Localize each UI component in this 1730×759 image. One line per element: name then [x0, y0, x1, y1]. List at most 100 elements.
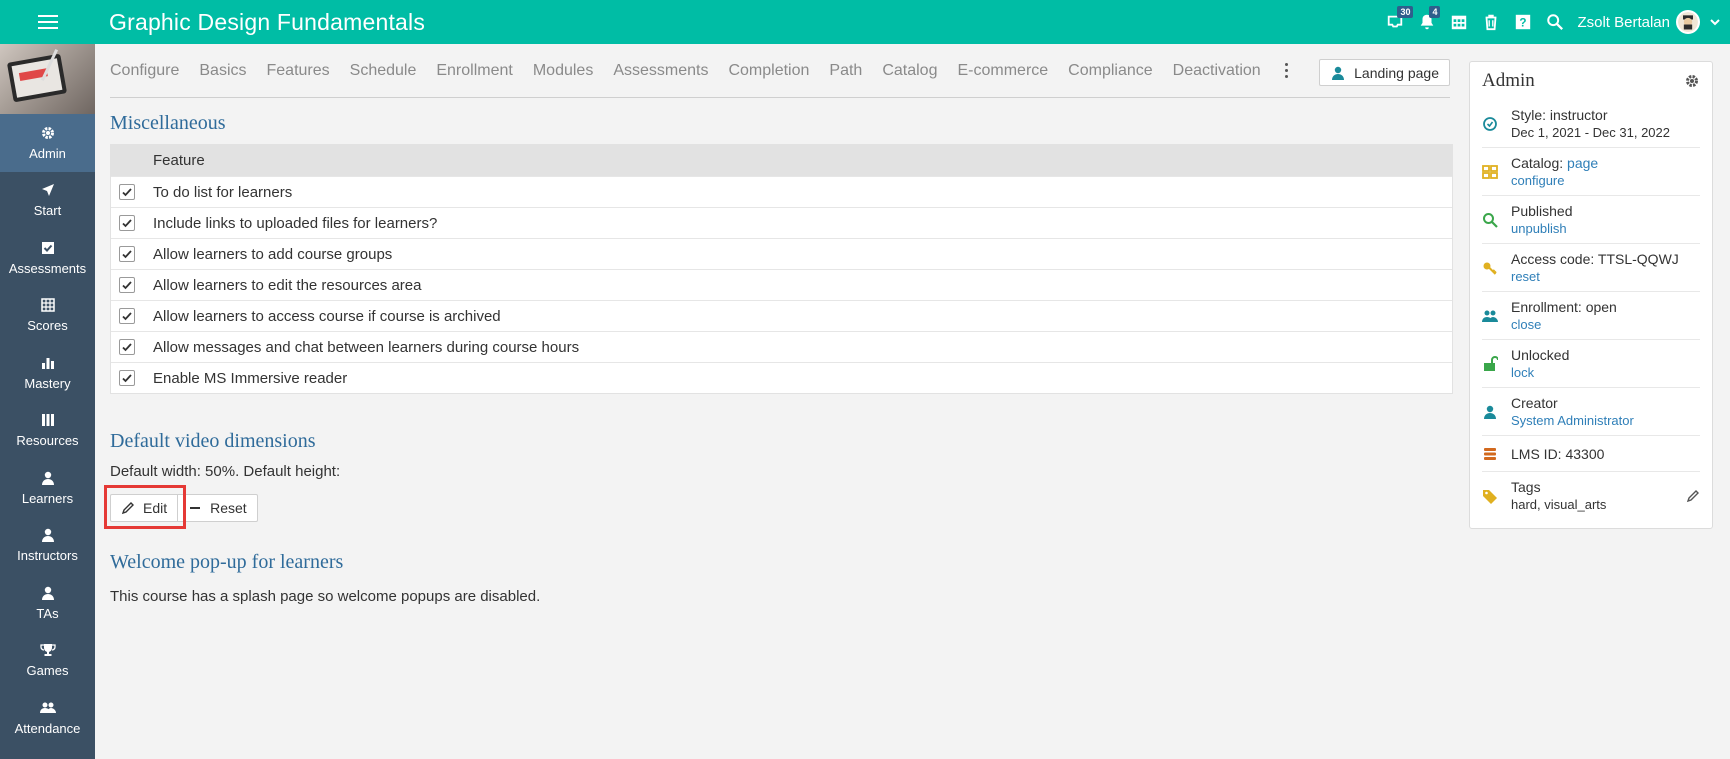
gear-icon[interactable] [1684, 73, 1700, 89]
tab-completion[interactable]: Completion [728, 62, 809, 80]
person-icon [41, 586, 54, 600]
feature-checkbox[interactable] [119, 370, 135, 386]
enrollment-close-link[interactable]: close [1511, 316, 1700, 334]
sidebar-item-attendance[interactable]: Attendance [0, 689, 95, 747]
feature-checkbox[interactable] [119, 246, 135, 262]
svg-text:?: ? [1520, 17, 1527, 30]
sidebar-item-instructors[interactable]: Instructors [0, 517, 95, 575]
video-button-group: Edit Reset [110, 493, 258, 522]
sidebar-item-label: Admin [29, 145, 66, 161]
tab-e-commerce[interactable]: E-commerce [957, 62, 1048, 80]
sidebar-item-tas[interactable]: TAs [0, 574, 95, 632]
table-row: To do list for learners [111, 176, 1452, 207]
creator-link[interactable]: System Administrator [1511, 412, 1700, 430]
feature-checkbox[interactable] [119, 308, 135, 324]
help-icon[interactable]: ? [1507, 0, 1539, 44]
reset-button[interactable]: Reset [178, 495, 257, 521]
person-icon [1484, 405, 1496, 419]
tab-schedule[interactable]: Schedule [350, 62, 417, 80]
clock-icon [1483, 116, 1497, 131]
tags-item: Tags hard, visual_arts [1482, 472, 1700, 520]
group-icon [39, 702, 56, 713]
table-row: Allow learners to add course groups [111, 238, 1452, 269]
more-tabs-icon[interactable] [1281, 63, 1293, 78]
feature-label: Allow learners to add course groups [153, 245, 393, 263]
feature-checkbox[interactable] [119, 339, 135, 355]
creator-item: Creator System Administrator [1482, 388, 1700, 436]
features-table: Feature To do list for learners Include … [110, 144, 1453, 394]
tab-path[interactable]: Path [829, 62, 862, 80]
tags-label: Tags [1511, 479, 1541, 495]
hamburger-icon[interactable] [0, 0, 95, 44]
sidebar-item-assessments[interactable]: Assessments [0, 229, 95, 287]
sidebar-item-label: Learners [21, 490, 74, 506]
published-item: Published unpublish [1482, 196, 1700, 244]
tab-assessments[interactable]: Assessments [613, 62, 708, 80]
tab-enrollment[interactable]: Enrollment [436, 62, 512, 80]
bell-icon[interactable]: 4 [1411, 0, 1443, 44]
sidebar-item-admin[interactable]: Admin [0, 114, 95, 172]
chevron-down-icon[interactable] [1700, 0, 1730, 44]
sidebar-item-scores[interactable]: Scores [0, 287, 95, 345]
search-icon[interactable] [1539, 0, 1571, 44]
landing-page-button[interactable]: Landing page [1319, 59, 1450, 86]
access-code-item: Access code: TTSL-QQWJ reset [1482, 244, 1700, 292]
feature-label: Allow learners to access course if cours… [153, 307, 501, 325]
creator-label: Creator [1511, 394, 1558, 411]
feature-label: Allow messages and chat between learners… [153, 338, 580, 356]
catalog-label: Catalog: [1511, 154, 1564, 171]
sidebar-item-learners[interactable]: Learners [0, 459, 95, 517]
tab-basics[interactable]: Basics [199, 62, 246, 80]
course-thumbnail[interactable] [0, 44, 95, 114]
tab-features[interactable]: Features [267, 62, 330, 80]
welcome-section-title: Welcome pop-up for learners [110, 551, 344, 573]
unlocked-item: Unlocked lock [1482, 340, 1700, 388]
bar-chart-icon [41, 357, 54, 369]
admin-panel: Admin Style: instructor Dec 1, 2021 - De… [1469, 61, 1713, 529]
feature-checkbox[interactable] [119, 215, 135, 231]
left-sidebar: Admin Start Assessments Scores Mastery R… [0, 44, 95, 759]
grid-icon [1482, 164, 1498, 179]
lms-id-label: LMS ID: 43300 [1511, 445, 1605, 462]
lock-link[interactable]: lock [1511, 364, 1700, 382]
tab-compliance[interactable]: Compliance [1068, 62, 1152, 80]
top-right-toolbar: 30 4 ? Zsolt Bertalan [1379, 0, 1730, 44]
notifications-badge: 4 [1429, 6, 1441, 18]
tab-catalog[interactable]: Catalog [882, 62, 937, 80]
trash-icon[interactable] [1475, 0, 1507, 44]
calendar-icon[interactable] [1443, 0, 1475, 44]
tab-deactivation[interactable]: Deactivation [1173, 62, 1261, 80]
key-icon [1483, 262, 1497, 275]
feature-checkbox[interactable] [119, 184, 135, 200]
tag-icon [1483, 490, 1497, 504]
pencil-icon[interactable] [1686, 489, 1700, 503]
table-row: Allow learners to edit the resources are… [111, 269, 1452, 300]
feature-checkbox[interactable] [119, 277, 135, 293]
feature-label: Include links to uploaded files for lear… [153, 214, 438, 232]
sidebar-item-mastery[interactable]: Mastery [0, 344, 95, 402]
sidebar-item-games[interactable]: Games [0, 632, 95, 690]
edit-button[interactable]: Edit [111, 494, 179, 521]
sidebar-item-resources[interactable]: Resources [0, 402, 95, 460]
landing-page-label: Landing page [1354, 64, 1439, 81]
database-icon [1484, 447, 1496, 460]
group-icon [1482, 310, 1498, 322]
unpublish-link[interactable]: unpublish [1511, 220, 1700, 238]
inbox-icon[interactable]: 30 [1379, 0, 1414, 44]
catalog-item: Catalog: page configure [1482, 148, 1700, 196]
course-title[interactable]: Graphic Design Fundamentals [109, 9, 425, 36]
person-icon [41, 529, 54, 543]
reset-label: Reset [210, 499, 247, 516]
access-code-reset-link[interactable]: reset [1511, 268, 1700, 286]
sidebar-item-start[interactable]: Start [0, 172, 95, 230]
search-icon [1483, 212, 1498, 228]
avatar[interactable] [1676, 10, 1700, 34]
admin-panel-header: Admin [1482, 62, 1700, 100]
top-bar: Graphic Design Fundamentals 30 4 ? Zsolt… [0, 0, 1730, 44]
catalog-page-link[interactable]: page [1567, 155, 1598, 171]
catalog-configure-link[interactable]: configure [1511, 172, 1700, 190]
tab-configure[interactable]: Configure [110, 62, 179, 80]
tab-modules[interactable]: Modules [533, 62, 593, 80]
sidebar-item-label: Assessments [8, 260, 87, 276]
user-name[interactable]: Zsolt Bertalan [1577, 14, 1670, 31]
